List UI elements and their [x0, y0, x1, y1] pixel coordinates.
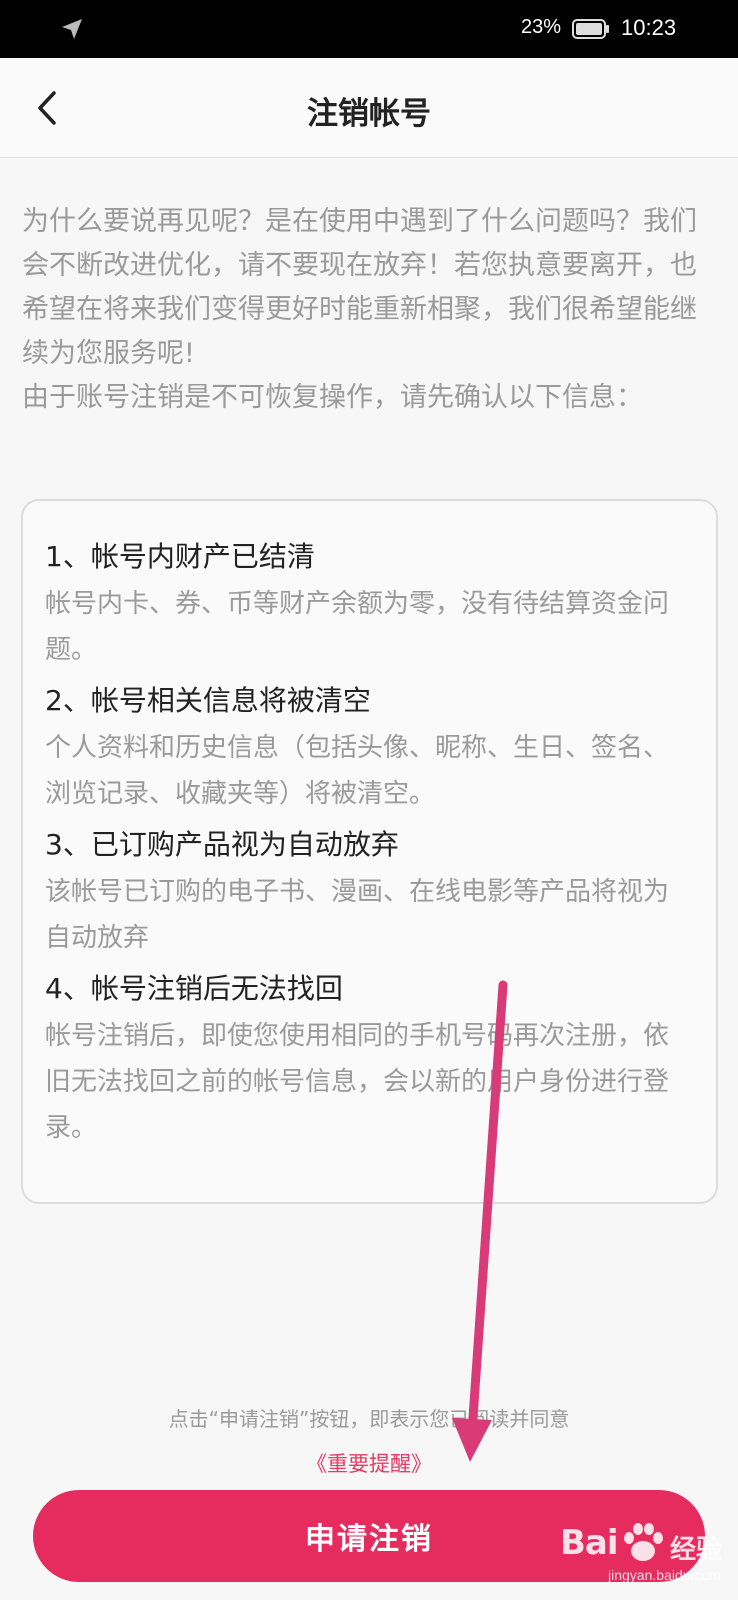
- info-item-desc: 个人资料和历史信息（包括头像、昵称、生日、签名、浏览记录、收藏夹等）将被清空。: [45, 733, 670, 809]
- page-title: 注销帐号: [307, 96, 431, 132]
- intro-paragraph-1: 为什么要说再见呢？是在使用中遇到了什么问题吗？我们会不断改进优化，请不要现在放弃…: [22, 206, 697, 369]
- intro-text: 为什么要说再见呢？是在使用中遇到了什么问题吗？我们会不断改进优化，请不要现在放弃…: [22, 200, 712, 420]
- info-item-desc: 该帐号已订购的电子书、漫画、在线电影等产品将视为自动放弃: [45, 877, 670, 953]
- info-item-desc: 帐号注销后，即使您使用相同的手机号码再次注册，依旧无法找回之前的帐号信息，会以新…: [45, 1021, 670, 1143]
- info-item-title: 3、已订购产品视为自动放弃: [45, 828, 399, 861]
- apply-cancel-account-button[interactable]: 申请注销: [33, 1490, 705, 1582]
- info-item: 1、帐号内财产已结清 帐号内卡、券、币等财产余额为零，没有待结算资金问题。: [45, 535, 694, 673]
- info-item: 3、已订购产品视为自动放弃 该帐号已订购的电子书、漫画、在线电影等产品将视为自动…: [45, 823, 694, 961]
- info-item-desc: 帐号内卡、券、币等财产余额为零，没有待结算资金问题。: [45, 589, 670, 665]
- clock: 10:23: [621, 15, 677, 40]
- intro-paragraph-2: 由于账号注销是不可恢复操作，请先确认以下信息：: [22, 382, 643, 413]
- status-bar: 23% 10:23: [0, 0, 738, 58]
- location-arrow-icon: [62, 19, 82, 39]
- header-bar: 注销帐号: [0, 58, 738, 158]
- info-item-title: 1、帐号内财产已结清: [45, 540, 315, 573]
- battery-percent: 23%: [521, 16, 562, 38]
- battery-icon: [572, 19, 609, 39]
- info-item: 4、帐号注销后无法找回 帐号注销后，即使您使用相同的手机号码再次注册，依旧无法找…: [45, 967, 694, 1151]
- info-item-title: 4、帐号注销后无法找回: [45, 972, 343, 1005]
- agreement-text: 点击“申请注销”按钮，即表示您已阅读并同意: [168, 1407, 570, 1431]
- confirmation-info-card: 1、帐号内财产已结清 帐号内卡、券、币等财产余额为零，没有待结算资金问题。 2、…: [21, 499, 718, 1204]
- important-notice-link[interactable]: 《重要提醒》: [0, 1448, 738, 1478]
- info-item: 2、帐号相关信息将被清空 个人资料和历史信息（包括头像、昵称、生日、签名、浏览记…: [45, 679, 694, 817]
- info-item-title: 2、帐号相关信息将被清空: [45, 684, 371, 717]
